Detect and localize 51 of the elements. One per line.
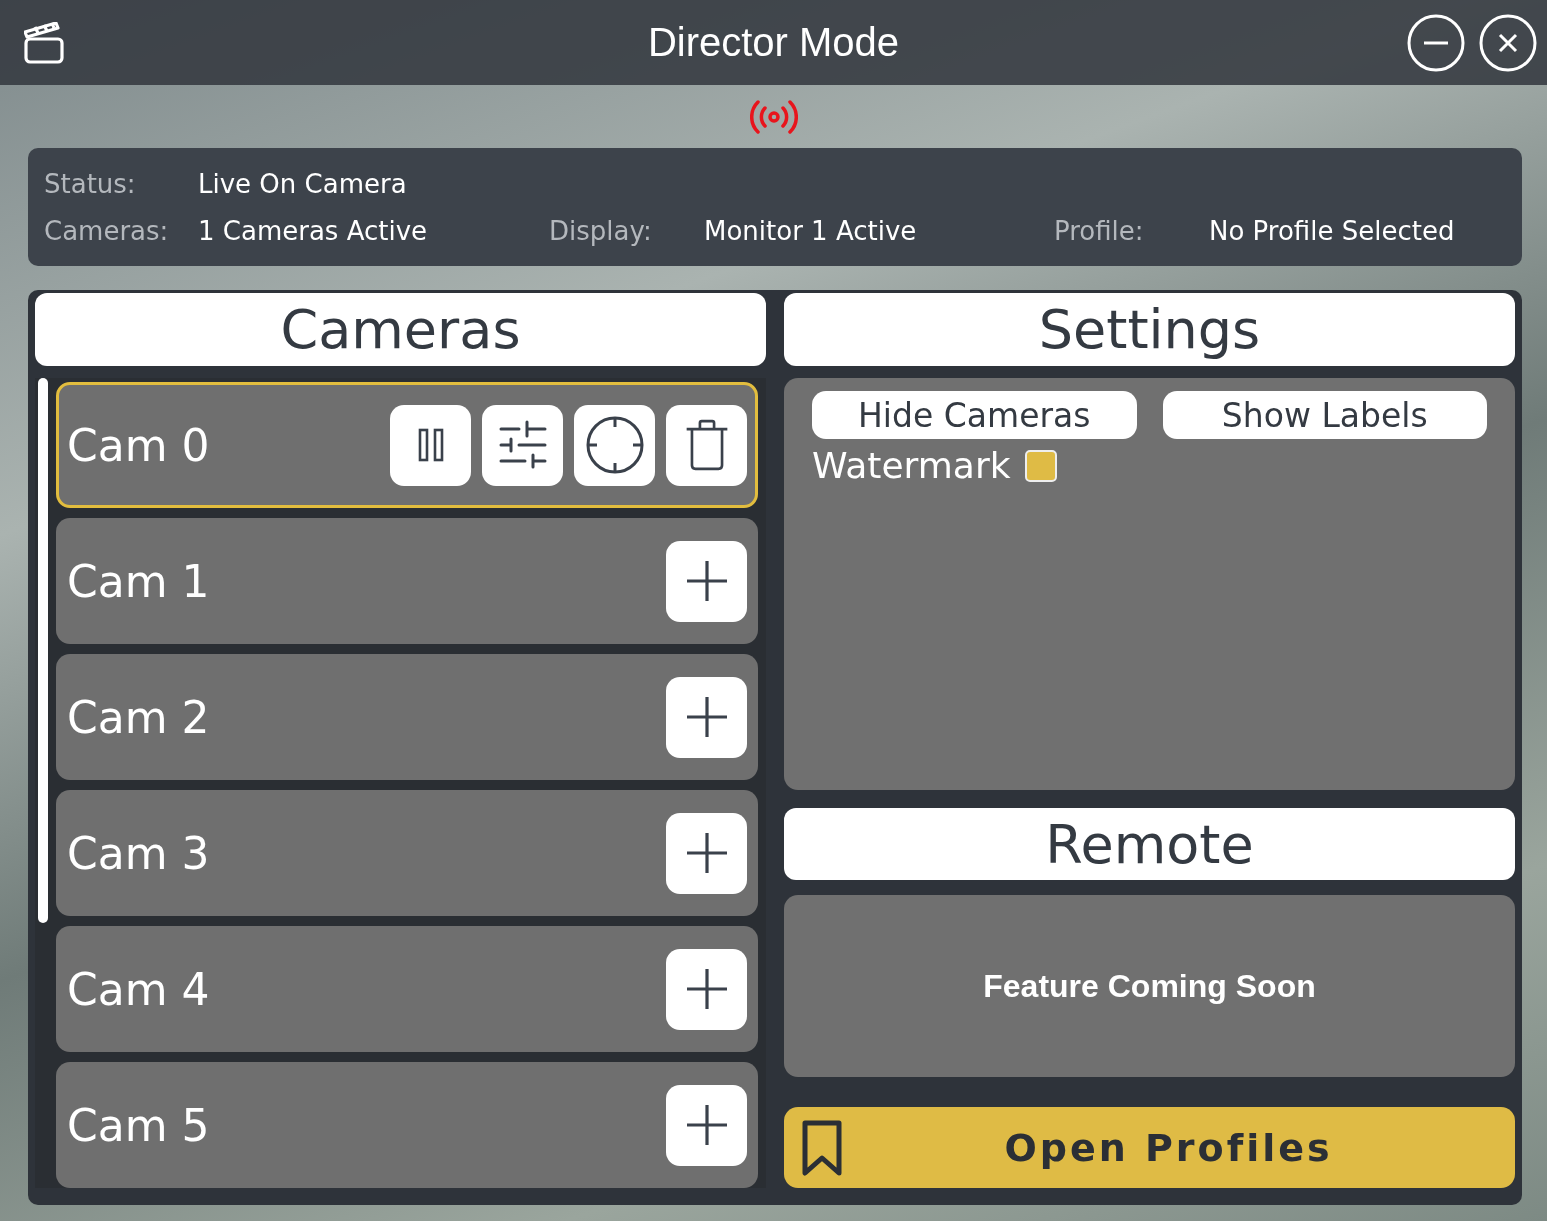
camera-name: Cam 1 [67,555,210,607]
window-title: Director Mode [647,20,900,65]
status-value: Live On Camera [198,168,407,199]
plus-icon [684,831,729,875]
minimize-button[interactable] [1407,13,1465,72]
close-button[interactable] [1479,13,1537,72]
pause-button[interactable] [390,404,471,486]
watermark-label: Watermark [812,445,1011,486]
camera-name: Cam 3 [67,827,210,879]
add-button[interactable] [666,948,747,1030]
plus-icon [684,1103,729,1147]
plus-icon [684,967,729,1011]
section-header: Remote [784,808,1515,880]
crosshair-icon [584,415,645,475]
status-value: 1 Cameras Active [198,215,428,246]
camera-name: Cam 4 [67,963,210,1015]
target-button[interactable] [574,404,655,486]
bookmark-icon [802,1119,842,1176]
camera-row[interactable]: Cam 2 [56,654,758,780]
scrollbar[interactable] [38,378,48,923]
status-label: Profile: [1054,215,1145,246]
camera-row[interactable]: Cam 3 [56,790,758,916]
section-header: Settings [784,293,1515,366]
camera-name: Cam 0 [67,419,210,471]
status-label: Cameras: [44,215,170,246]
camera-row[interactable]: Cam 0 [56,382,758,508]
plus-icon [684,695,729,739]
delete-button[interactable] [666,404,747,486]
add-button[interactable] [666,1084,747,1166]
status-label: Display: [549,215,653,246]
toggle-button[interactable]: Show Labels [1162,391,1487,439]
camera-name: Cam 5 [67,1099,210,1151]
plus-icon [684,559,729,603]
add-button[interactable] [666,540,747,622]
section-header: Cameras [35,293,766,366]
open-profiles-button[interactable]: Open Profiles [784,1107,1515,1188]
add-button[interactable] [666,676,747,758]
camera-row[interactable]: Cam 1 [56,518,758,644]
adjust-button[interactable] [482,404,563,486]
status-value: No Profile Selected [1209,215,1455,246]
watermark-checkbox[interactable] [1024,449,1057,482]
clapperboard-icon [24,21,64,64]
add-button[interactable] [666,812,747,894]
toggle-button[interactable]: Hide Cameras [812,391,1137,439]
coming-soon-message: Feature Coming Soon [983,967,1316,1005]
camera-row[interactable]: Cam 4 [56,926,758,1052]
camera-row[interactable]: Cam 5 [56,1062,758,1188]
camera-name: Cam 2 [67,691,210,743]
status-value: Monitor 1 Active [704,215,917,246]
broadcast-icon [749,99,798,134]
status-label: Status: [44,168,137,199]
